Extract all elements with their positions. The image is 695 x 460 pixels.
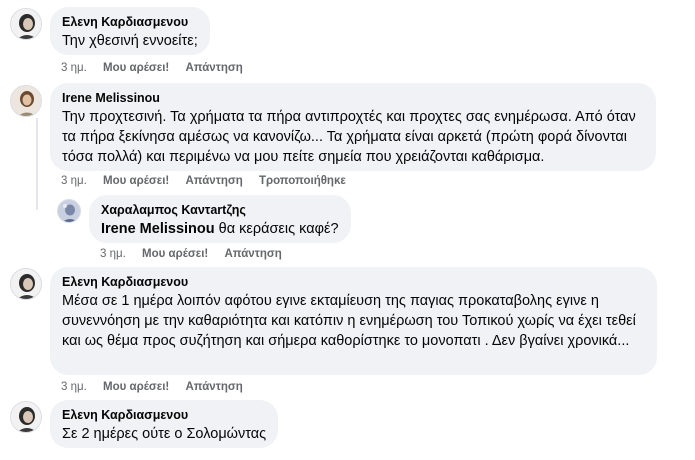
comment-author[interactable]: Ελενη Καρδιασμενου (62, 407, 266, 423)
avatar[interactable] (10, 401, 42, 433)
comment: Ελενη Καρδιασμενου Σε 2 ημέρες ούτε ο Σο… (0, 0, 695, 460)
comment-text: Σε 2 ημέρες ούτε ο Σολομώντας (62, 426, 267, 442)
comment-bubble: Ελενη Καρδιασμενου Σε 2 ημέρες ούτε ο Σο… (50, 400, 279, 448)
